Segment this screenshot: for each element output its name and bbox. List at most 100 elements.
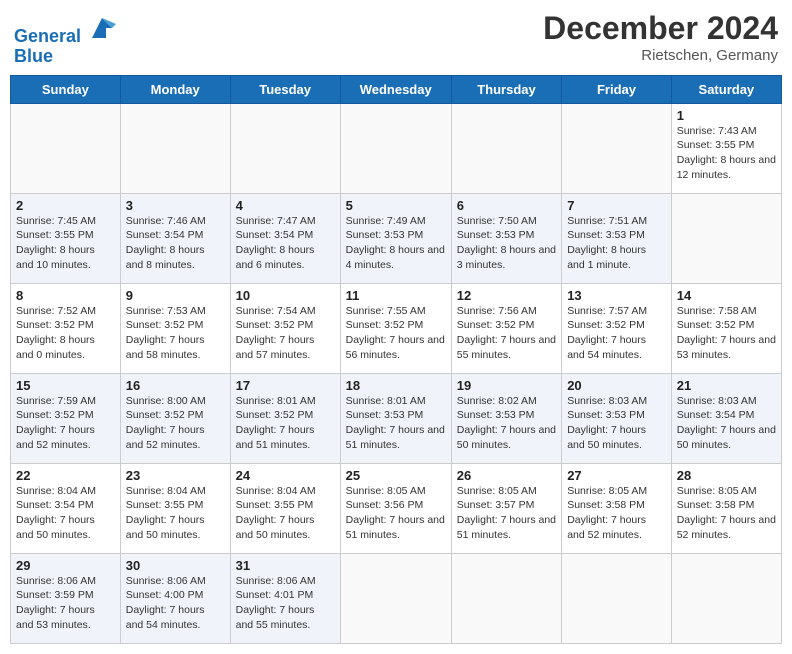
calendar-table: SundayMondayTuesdayWednesdayThursdayFrid… [10, 75, 782, 644]
calendar-cell [120, 103, 230, 193]
day-number: 16 [126, 378, 225, 393]
calendar-cell: 31Sunrise: 8:06 AMSunset: 4:01 PMDayligh… [230, 553, 340, 643]
day-number: 12 [457, 288, 556, 303]
calendar-cell: 23 Sunrise: 8:04 AMSunset: 3:55 PMDayligh… [120, 463, 230, 553]
weekday-header-sunday: Sunday [11, 75, 121, 103]
cell-details: Sunrise: 8:01 AMSunset: 3:52 PMDaylight:… [236, 395, 316, 451]
cell-details: Sunrise: 8:06 AMSunset: 3:59 PMDaylight:… [16, 575, 96, 631]
calendar-cell: 29 Sunrise: 8:06 AMSunset: 3:59 PMDayligh… [11, 553, 121, 643]
cell-details: Sunrise: 7:45 AMSunset: 3:55 PMDaylight:… [16, 215, 96, 271]
cell-details: Sunrise: 8:00 AMSunset: 3:52 PMDaylight:… [126, 395, 206, 451]
calendar-cell: 9 Sunrise: 7:53 AMSunset: 3:52 PMDaylight… [120, 283, 230, 373]
cell-details: Sunrise: 7:53 AMSunset: 3:52 PMDaylight:… [126, 305, 206, 361]
cell-details: Sunrise: 8:05 AMSunset: 3:58 PMDaylight:… [567, 485, 647, 541]
calendar-cell: 8Sunrise: 7:52 AMSunset: 3:52 PMDaylight… [11, 283, 121, 373]
cell-details: Sunrise: 7:49 AMSunset: 3:53 PMDaylight:… [346, 215, 445, 271]
day-number: 10 [236, 288, 335, 303]
day-number: 23 [126, 468, 225, 483]
calendar-cell: 21 Sunrise: 8:03 AMSunset: 3:54 PMDayligh… [671, 373, 781, 463]
day-number: 6 [457, 198, 556, 213]
day-number: 18 [346, 378, 446, 393]
calendar-cell [562, 103, 672, 193]
calendar-header-row: SundayMondayTuesdayWednesdayThursdayFrid… [11, 75, 782, 103]
cell-details: Sunrise: 7:51 AMSunset: 3:53 PMDaylight:… [567, 215, 647, 271]
calendar-week-row: 22 Sunrise: 8:04 AMSunset: 3:54 PMDayligh… [11, 463, 782, 553]
calendar-cell: 18 Sunrise: 8:01 AMSunset: 3:53 PMDayligh… [340, 373, 451, 463]
page-subtitle: Rietschen, Germany [543, 47, 778, 64]
cell-details: Sunrise: 8:03 AMSunset: 3:54 PMDaylight:… [677, 395, 776, 451]
calendar-cell: 11 Sunrise: 7:55 AMSunset: 3:52 PMDayligh… [340, 283, 451, 373]
day-number: 11 [346, 288, 446, 303]
day-number: 2 [16, 198, 115, 213]
day-number: 13 [567, 288, 666, 303]
cell-details: Sunrise: 7:58 AMSunset: 3:52 PMDaylight:… [677, 305, 776, 361]
calendar-cell: 1 Sunrise: 7:43 AMSunset: 3:55 PMDaylight… [671, 103, 781, 193]
cell-details: Sunrise: 7:52 AMSunset: 3:52 PMDaylight:… [16, 305, 96, 361]
weekday-header-wednesday: Wednesday [340, 75, 451, 103]
cell-details: Sunrise: 8:04 AMSunset: 3:54 PMDaylight:… [16, 485, 96, 541]
day-number: 14 [677, 288, 776, 303]
logo-icon [88, 14, 116, 42]
calendar-cell: 13 Sunrise: 7:57 AMSunset: 3:52 PMDayligh… [562, 283, 672, 373]
calendar-week-row: 8Sunrise: 7:52 AMSunset: 3:52 PMDaylight… [11, 283, 782, 373]
page-title: December 2024 [543, 10, 778, 47]
cell-details: Sunrise: 8:06 AMSunset: 4:00 PMDaylight:… [126, 575, 206, 631]
day-number: 28 [677, 468, 776, 483]
calendar-cell [11, 103, 121, 193]
page-header: General Blue December 2024 Rietschen, Ge… [10, 10, 782, 67]
day-number: 20 [567, 378, 666, 393]
calendar-cell: 19 Sunrise: 8:02 AMSunset: 3:53 PMDayligh… [451, 373, 561, 463]
cell-details: Sunrise: 7:50 AMSunset: 3:53 PMDaylight:… [457, 215, 556, 271]
day-number: 21 [677, 378, 776, 393]
cell-details: Sunrise: 7:57 AMSunset: 3:52 PMDaylight:… [567, 305, 647, 361]
calendar-cell: 26Sunrise: 8:05 AMSunset: 3:57 PMDayligh… [451, 463, 561, 553]
calendar-cell: 27 Sunrise: 8:05 AMSunset: 3:58 PMDayligh… [562, 463, 672, 553]
calendar-cell: 2 Sunrise: 7:45 AMSunset: 3:55 PMDaylight… [11, 193, 121, 283]
calendar-cell: 16 Sunrise: 8:00 AMSunset: 3:52 PMDayligh… [120, 373, 230, 463]
cell-details: Sunrise: 8:02 AMSunset: 3:53 PMDaylight:… [457, 395, 556, 451]
day-number: 15 [16, 378, 115, 393]
calendar-cell: 30Sunrise: 8:06 AMSunset: 4:00 PMDayligh… [120, 553, 230, 643]
calendar-cell [671, 553, 781, 643]
calendar-cell: 22 Sunrise: 8:04 AMSunset: 3:54 PMDayligh… [11, 463, 121, 553]
logo: General Blue [14, 14, 116, 67]
calendar-cell: 25Sunrise: 8:05 AMSunset: 3:56 PMDayligh… [340, 463, 451, 553]
day-number: 24 [236, 468, 335, 483]
cell-details: Sunrise: 8:01 AMSunset: 3:53 PMDaylight:… [346, 395, 445, 451]
calendar-cell: 15Sunrise: 7:59 AMSunset: 3:52 PMDayligh… [11, 373, 121, 463]
calendar-cell [230, 103, 340, 193]
calendar-cell: 10Sunrise: 7:54 AMSunset: 3:52 PMDayligh… [230, 283, 340, 373]
calendar-cell: 24 Sunrise: 8:04 AMSunset: 3:55 PMDayligh… [230, 463, 340, 553]
calendar-cell: 7Sunrise: 7:51 AMSunset: 3:53 PMDaylight… [562, 193, 672, 283]
calendar-cell [340, 103, 451, 193]
calendar-cell: 5 Sunrise: 7:49 AMSunset: 3:53 PMDaylight… [340, 193, 451, 283]
cell-details: Sunrise: 7:43 AMSunset: 3:55 PMDaylight:… [677, 125, 776, 181]
weekday-header-monday: Monday [120, 75, 230, 103]
day-number: 9 [126, 288, 225, 303]
weekday-header-saturday: Saturday [671, 75, 781, 103]
day-number: 5 [346, 198, 446, 213]
calendar-cell [340, 553, 451, 643]
cell-details: Sunrise: 7:55 AMSunset: 3:52 PMDaylight:… [346, 305, 445, 361]
day-number: 29 [16, 558, 115, 573]
day-number: 1 [677, 108, 776, 123]
calendar-week-row: 1 Sunrise: 7:43 AMSunset: 3:55 PMDaylight… [11, 103, 782, 193]
cell-details: Sunrise: 8:05 AMSunset: 3:57 PMDaylight:… [457, 485, 556, 541]
day-number: 3 [126, 198, 225, 213]
day-number: 19 [457, 378, 556, 393]
calendar-week-row: 29 Sunrise: 8:06 AMSunset: 3:59 PMDayligh… [11, 553, 782, 643]
title-block: December 2024 Rietschen, Germany [543, 10, 778, 64]
day-number: 22 [16, 468, 115, 483]
weekday-header-tuesday: Tuesday [230, 75, 340, 103]
calendar-cell: 3 Sunrise: 7:46 AMSunset: 3:54 PMDaylight… [120, 193, 230, 283]
cell-details: Sunrise: 7:56 AMSunset: 3:52 PMDaylight:… [457, 305, 556, 361]
calendar-week-row: 15Sunrise: 7:59 AMSunset: 3:52 PMDayligh… [11, 373, 782, 463]
calendar-cell: 4Sunrise: 7:47 AMSunset: 3:54 PMDaylight… [230, 193, 340, 283]
cell-details: Sunrise: 8:04 AMSunset: 3:55 PMDaylight:… [236, 485, 316, 541]
cell-details: Sunrise: 8:05 AMSunset: 3:58 PMDaylight:… [677, 485, 776, 541]
calendar-week-row: 2 Sunrise: 7:45 AMSunset: 3:55 PMDaylight… [11, 193, 782, 283]
day-number: 27 [567, 468, 666, 483]
cell-details: Sunrise: 7:46 AMSunset: 3:54 PMDaylight:… [126, 215, 206, 271]
cell-details: Sunrise: 8:04 AMSunset: 3:55 PMDaylight:… [126, 485, 206, 541]
cell-details: Sunrise: 7:47 AMSunset: 3:54 PMDaylight:… [236, 215, 316, 271]
